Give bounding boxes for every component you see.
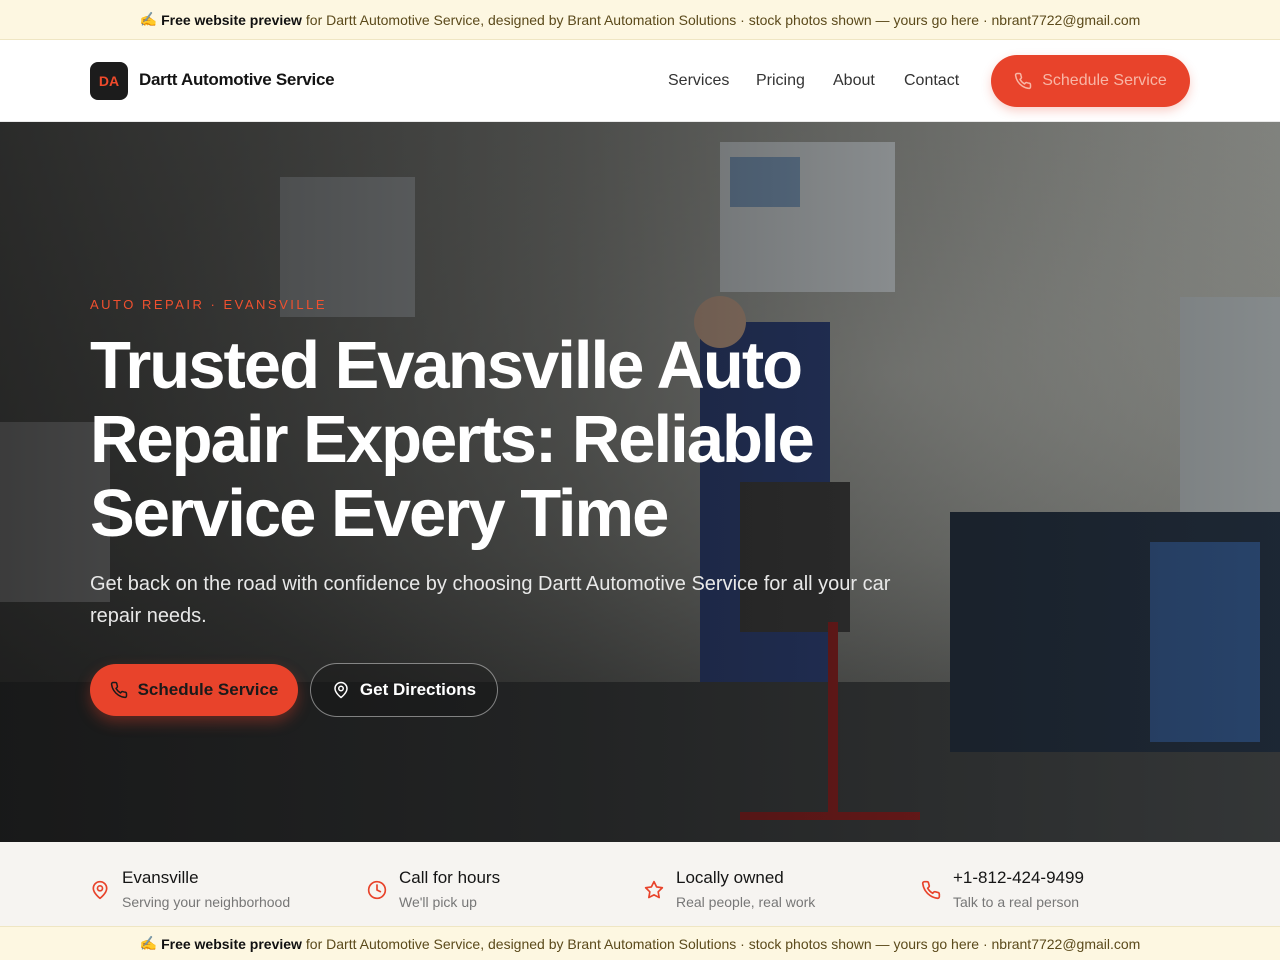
banner-bold-text: Free website preview [161, 935, 302, 952]
header-schedule-button[interactable]: Schedule Service [991, 55, 1190, 107]
get-directions-button[interactable]: Get Directions [310, 663, 498, 717]
header-schedule-label: Schedule Service [1042, 72, 1167, 89]
site-header: DA Dartt Automotive Service Services Pri… [0, 41, 1280, 122]
hero-headline: Trusted Evansville Auto Repair Experts: … [90, 328, 815, 551]
feature-title: Evansville [122, 868, 199, 887]
get-directions-label: Get Directions [359, 680, 477, 699]
writing-hand-icon: ✍ [139, 935, 158, 951]
hero-eyebrow: AUTO REPAIR · EVANSVILLE [90, 297, 327, 312]
nav-link-about[interactable]: About [833, 72, 875, 90]
star-icon [644, 880, 664, 899]
banner-text: for Dartt Automotive Service, designed b… [305, 935, 1141, 952]
banner-text: for Dartt Automotive Service, designed b… [305, 11, 1141, 28]
hero-section: AUTO REPAIR · EVANSVILLE Trusted Evansvi… [0, 122, 1280, 842]
feature-subtitle: Real people, real work [676, 894, 816, 910]
feature-subtitle: We'll pick up [399, 894, 477, 910]
feature-phone-number[interactable]: +1-812-424-9499 [953, 868, 1084, 888]
map-pin-icon [92, 880, 108, 900]
feature-strip: Evansville Serving your neighborhood Cal… [0, 842, 1280, 926]
hero-schedule-button[interactable]: Schedule Service [90, 664, 298, 716]
hero-schedule-label: Schedule Service [137, 680, 279, 699]
logo-mark[interactable]: DA [90, 62, 128, 100]
clock-icon [367, 880, 387, 900]
banner-bold-text: Free website preview [161, 11, 302, 28]
feature-title: Call for hours [399, 868, 501, 887]
nav-link-pricing[interactable]: Pricing [756, 72, 805, 90]
nav-link-contact[interactable]: Contact [904, 72, 959, 90]
preview-banner-bottom: ✍ Free website preview for Dartt Automot… [0, 926, 1280, 960]
hero-subheadline: Get back on the road with confidence by … [90, 573, 891, 627]
phone-icon [110, 681, 127, 699]
map-pin-icon [334, 681, 348, 699]
preview-banner-top: ✍ Free website preview for Dartt Automot… [0, 0, 1280, 40]
feature-subtitle: Talk to a real person [953, 894, 1080, 910]
brand-name[interactable]: Dartt Automotive Service [139, 70, 335, 90]
nav-link-services[interactable]: Services [668, 72, 729, 90]
phone-icon [1015, 72, 1032, 90]
writing-hand-icon: ✍ [139, 11, 158, 27]
phone-icon [921, 880, 941, 900]
feature-title: Locally owned [676, 868, 784, 887]
feature-subtitle: Serving your neighborhood [122, 894, 291, 910]
